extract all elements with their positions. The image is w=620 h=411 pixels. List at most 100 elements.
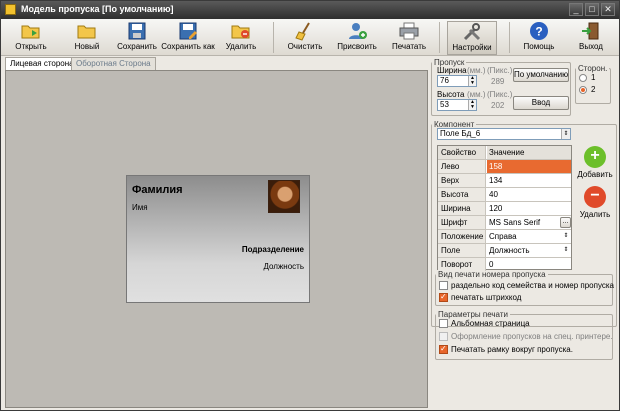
- pass-card-preview[interactable]: Фамилия Имя Подразделение Должность: [126, 175, 310, 303]
- delete-component-button[interactable]: − Удалить: [577, 186, 613, 219]
- print-frame-checkbox[interactable]: [439, 344, 448, 354]
- side-2-radio[interactable]: [579, 86, 587, 94]
- card-name-field[interactable]: Имя: [132, 203, 148, 212]
- enter-size-button[interactable]: Ввод: [513, 96, 569, 110]
- card-position-field[interactable]: Должность: [264, 262, 305, 271]
- header-property: Свойство: [438, 146, 486, 159]
- folder-open-icon: [21, 25, 40, 39]
- portrait-image: [269, 181, 299, 212]
- height-px-value: 202: [491, 101, 505, 110]
- row-key: Лево: [438, 160, 486, 173]
- save-button[interactable]: Сохранить: [115, 21, 159, 55]
- row-value[interactable]: Справа: [487, 230, 571, 243]
- save-as-button[interactable]: Сохранить как: [161, 21, 215, 55]
- help-icon: ?: [530, 22, 548, 40]
- toolbar-separator: [439, 22, 440, 53]
- help-button[interactable]: ? Помощь: [519, 21, 559, 55]
- close-button[interactable]: ✕: [601, 3, 615, 16]
- plus-icon: +: [584, 146, 606, 168]
- delete-button[interactable]: Удалить: [221, 21, 261, 55]
- save-as-label: Сохранить как: [161, 42, 215, 51]
- width-spinner[interactable]: 76 ▲ ▼: [437, 75, 477, 87]
- grid-row[interactable]: Ширина 120: [438, 202, 571, 216]
- component-select[interactable]: Поле Бд_6 ⇕: [437, 128, 571, 140]
- grid-row[interactable]: Высота 40: [438, 188, 571, 202]
- spin-arrows-icon[interactable]: ▲ ▼: [468, 100, 476, 110]
- new-label: Новый: [74, 42, 100, 51]
- width-unit-px: (Пикс.): [487, 66, 513, 75]
- dropdown-arrow-icon[interactable]: ⇕: [561, 245, 571, 256]
- row-key: Высота: [438, 188, 486, 201]
- card-photo[interactable]: [268, 180, 300, 213]
- open-button[interactable]: Открыть: [9, 21, 53, 55]
- minus-icon: −: [584, 186, 606, 208]
- settings-button[interactable]: Настройки: [447, 21, 497, 55]
- grid-row[interactable]: Лево 158: [438, 160, 571, 174]
- row-value[interactable]: 40: [487, 188, 571, 201]
- component-selected: Поле Бд_6: [440, 129, 481, 138]
- new-button[interactable]: Новый: [65, 21, 109, 55]
- toolbar-separator: [273, 22, 274, 53]
- broom-icon: [295, 22, 310, 41]
- tab-back-side[interactable]: Оборотная Сторона: [71, 57, 156, 70]
- width-label: Ширина: [437, 66, 467, 75]
- exit-door-icon: [582, 22, 599, 40]
- side-1-radio[interactable]: [579, 74, 587, 82]
- separate-code-checkbox[interactable]: [439, 281, 448, 290]
- clear-button[interactable]: Очистить: [283, 21, 327, 55]
- folder-delete-icon: [231, 25, 250, 39]
- number-print-legend: Вид печати номера пропуска: [438, 270, 546, 279]
- tab-front-side[interactable]: Лицевая сторона: [5, 57, 79, 71]
- grid-row[interactable]: Шрифт MS Sans Serif ...: [438, 216, 571, 230]
- grid-row[interactable]: Поле Должность ⇕: [438, 244, 571, 258]
- row-value[interactable]: 120: [487, 202, 571, 215]
- dropdown-arrow-icon[interactable]: ⇕: [561, 231, 571, 242]
- delete-component-label: Удалить: [579, 210, 611, 219]
- maximize-button[interactable]: □: [585, 3, 599, 16]
- floppy-disk-edit-icon: [179, 22, 197, 40]
- grid-header: Свойство Значение: [438, 146, 571, 160]
- design-canvas[interactable]: Фамилия Имя Подразделение Должность: [5, 70, 428, 408]
- spin-arrows-icon[interactable]: ▲ ▼: [468, 76, 476, 86]
- height-unit-px: (Пикс.): [487, 90, 513, 99]
- assign-button[interactable]: Присвоить: [335, 21, 379, 55]
- card-department-field[interactable]: Подразделение: [242, 245, 304, 254]
- exit-button[interactable]: Выход: [571, 21, 611, 55]
- special-printer-checkbox[interactable]: [439, 332, 448, 341]
- minimize-button[interactable]: _: [569, 3, 583, 16]
- height-spinner[interactable]: 53 ▲ ▼: [437, 99, 477, 111]
- album-page-checkbox[interactable]: [439, 319, 448, 328]
- toolbar: Открыть Новый Сохранить Сохранить как Уд…: [1, 19, 619, 56]
- properties-panel: Пропуск Ширина (мм.) (Пикс.) 76 ▲ ▼ 289 В…: [431, 56, 619, 410]
- separate-code-label: раздельно код семейства и номер пропуска: [451, 281, 614, 290]
- save-label: Сохранить: [117, 42, 157, 51]
- font-picker-button[interactable]: ...: [560, 217, 571, 228]
- width-value: 76: [440, 76, 449, 85]
- print-button[interactable]: Печатать: [387, 21, 431, 55]
- grid-row[interactable]: Верх 134: [438, 174, 571, 188]
- grid-row[interactable]: Положение Справа ⇕: [438, 230, 571, 244]
- row-value[interactable]: 134: [487, 174, 571, 187]
- row-value[interactable]: 158: [487, 160, 571, 173]
- assign-label: Присвоить: [337, 42, 377, 51]
- sides-legend: Сторон.: [578, 64, 608, 73]
- exit-label: Выход: [579, 42, 603, 51]
- property-grid: Свойство Значение Лево 158 Верх 134 Высо…: [437, 145, 572, 271]
- header-value: Значение: [487, 146, 571, 159]
- row-key: Положение: [438, 230, 486, 243]
- main-window: Модель пропуска [По умолчанию] _ □ ✕ Отк…: [0, 0, 620, 411]
- row-value[interactable]: Должность: [487, 244, 571, 257]
- card-surname-field[interactable]: Фамилия: [132, 184, 183, 196]
- toolbar-separator: [509, 22, 510, 53]
- floppy-disk-icon: [128, 22, 146, 40]
- dropdown-arrow-icon[interactable]: ⇕: [561, 129, 570, 139]
- add-component-button[interactable]: + Добавить: [577, 146, 613, 179]
- help-label: Помощь: [523, 42, 555, 51]
- print-barcode-checkbox[interactable]: [439, 292, 448, 302]
- print-barcode-label: печатать штрихкод: [451, 293, 522, 302]
- printer-icon: [399, 22, 419, 40]
- open-label: Открыть: [15, 42, 47, 51]
- default-size-button[interactable]: По умолчанию: [513, 68, 569, 82]
- row-value[interactable]: MS Sans Serif: [487, 216, 571, 229]
- clear-label: Очистить: [287, 42, 323, 51]
